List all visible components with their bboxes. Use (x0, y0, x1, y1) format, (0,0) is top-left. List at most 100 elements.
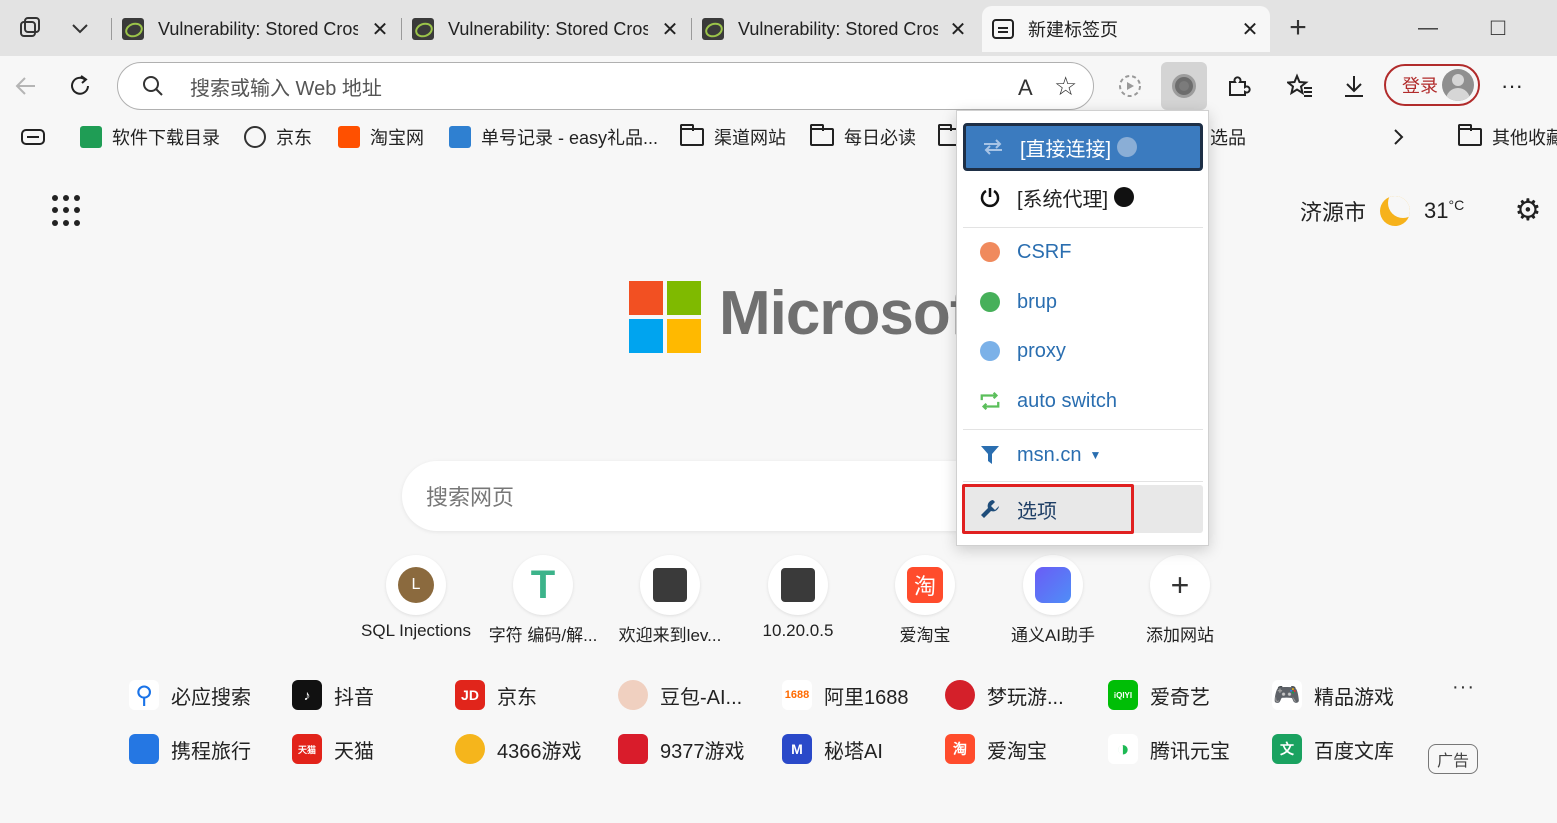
tab-close-icon[interactable]: ✕ (370, 17, 390, 42)
tile-label: 10.20.0.5 (762, 621, 834, 640)
downloads-icon[interactable] (1336, 68, 1372, 104)
quicklink-wenku[interactable]: 文百度文库 (1272, 733, 1394, 765)
tab-actions-chevron-icon[interactable] (64, 12, 96, 44)
quicklink-yuanbao[interactable]: ◑ 腾讯元宝 (1108, 733, 1230, 765)
read-aloud-icon[interactable]: A (1018, 75, 1033, 101)
bookmarks-overflow-chevron-icon[interactable] (1392, 124, 1406, 150)
web-search-box[interactable]: 搜索网页 (402, 461, 1002, 531)
moon-icon (1380, 196, 1411, 226)
tile-label: SQL Injections (361, 621, 471, 640)
quicklink-bing[interactable]: ⚲ 必应搜索 (129, 679, 251, 711)
minimize-button[interactable]: — (1412, 12, 1444, 44)
quicklink-label: 必应搜索 (171, 686, 251, 709)
quicklink-1688[interactable]: 1688 阿里1688 (782, 679, 909, 711)
menu-item-label: auto switch (1017, 389, 1118, 412)
tile-sql-injections[interactable]: L SQL Injections (356, 555, 476, 641)
favorites-icon[interactable] (1282, 68, 1318, 104)
media-extension-icon[interactable] (1112, 68, 1148, 104)
menu-item-label: [直接连接] (1020, 138, 1112, 161)
bookmark-folder-daily[interactable]: 每日必读 (810, 124, 916, 150)
weather-widget[interactable]: 济源市 31 °C (1300, 195, 1464, 227)
globe-orange-icon (979, 241, 1001, 263)
tile-label: 字符 编码/解... (488, 626, 598, 645)
tab-close-icon[interactable]: ✕ (1240, 17, 1260, 42)
ad-badge[interactable]: 广告 (1428, 744, 1478, 774)
quicklink-iqiyi[interactable]: iQIYI 爱奇艺 (1108, 679, 1210, 711)
gift-icon (449, 126, 471, 148)
dvwa-favicon-icon (122, 18, 144, 40)
apps-launcher-icon[interactable] (52, 195, 84, 227)
tab-title: Vulnerability: Stored Cros (448, 18, 648, 39)
bookmark-taobao[interactable]: 淘宝网 (338, 124, 424, 150)
quicklink-mengwan[interactable]: 梦玩游... (945, 679, 1064, 711)
ctrip-icon (129, 734, 159, 764)
quicklink-ctrip[interactable]: 携程旅行 (129, 733, 251, 765)
quicklink-label: 精品游戏 (1314, 686, 1394, 709)
globe-blue-icon (979, 340, 1001, 362)
quicklink-4366[interactable]: 4366游戏 (455, 733, 582, 765)
dvwa-favicon-icon (653, 568, 687, 602)
quicklink-jd[interactable]: JD 京东 (455, 679, 537, 711)
new-tab-button[interactable]: + (1282, 11, 1314, 44)
tile-add-site[interactable]: + 添加网站 (1120, 555, 1240, 646)
quicklink-label: 京东 (497, 686, 537, 709)
menu-item-brup[interactable]: brup (963, 278, 1203, 326)
quicklink-aitaobao[interactable]: 淘爱淘宝 (945, 733, 1047, 765)
menu-item-direct[interactable]: [直接连接] (963, 123, 1203, 171)
t-logo-icon: T (530, 562, 556, 607)
login-button[interactable]: 登录 (1384, 64, 1480, 106)
quicklinks-more-button[interactable]: ··· (1452, 676, 1475, 699)
bookmark-folder-other[interactable]: 其他收藏 (1458, 124, 1557, 150)
quicklink-label: 爱奇艺 (1150, 686, 1210, 709)
bookmark-software-download[interactable]: 软件下载目录 (80, 124, 220, 150)
tab-close-icon[interactable]: ✕ (948, 17, 968, 42)
bookmark-easy-gift[interactable]: 单号记录 - easy礼品... (449, 124, 658, 150)
9377-icon (618, 734, 648, 764)
menu-item-proxy[interactable]: proxy (963, 327, 1203, 375)
menu-item-msn-cn[interactable]: msn.cn ▼ (963, 431, 1203, 479)
bookmark-label: 其他收藏 (1492, 128, 1557, 148)
proxy-switcher-extension-icon[interactable] (1161, 62, 1207, 110)
tab-new-tab[interactable]: 新建标签页 ✕ (982, 6, 1270, 52)
more-menu-button[interactable]: ··· (1494, 68, 1530, 104)
tab-close-icon[interactable]: ✕ (660, 17, 680, 42)
maximize-button[interactable]: □ (1482, 12, 1514, 44)
tile-aitaobao[interactable]: 淘 爱淘宝 (865, 555, 985, 646)
tile-tongyi[interactable]: 通义AI助手 (993, 555, 1113, 646)
tile-10-20-0-5[interactable]: 10.20.0.5 (738, 555, 858, 641)
quicklink-9377[interactable]: 9377游戏 (618, 733, 745, 765)
bookmark-folder-channels[interactable]: 渠道网站 (680, 124, 786, 150)
cat-game-icon (455, 734, 485, 764)
alibaba-1688-icon: 1688 (782, 680, 812, 710)
wenku-icon: 文 (1272, 734, 1302, 764)
address-bar[interactable]: 搜索或输入 Web 地址 A ☆ (117, 62, 1094, 110)
bookmark-folder-selection[interactable]: 选品 (1210, 124, 1246, 150)
globe-icon (244, 126, 266, 148)
web-search-placeholder: 搜索网页 (426, 485, 515, 510)
game-icon (945, 680, 975, 710)
quicklink-tmall[interactable]: 天猫 天猫 (292, 733, 374, 765)
quicklink-doubao[interactable]: 豆包-AI... (618, 679, 742, 711)
favorite-star-icon[interactable]: ☆ (1054, 71, 1077, 102)
back-button[interactable] (8, 68, 44, 104)
tile-welcome-lev[interactable]: 欢迎来到lev... (610, 555, 730, 646)
quicklink-games[interactable]: 🎮 精品游戏 (1272, 679, 1394, 711)
menu-item-auto-switch[interactable]: auto switch (963, 377, 1203, 425)
quicklink-douyin[interactable]: ♪ 抖音 (292, 679, 374, 711)
tab-vulnerability-1[interactable]: Vulnerability: Stored Cros ✕ (111, 6, 400, 52)
collections-icon[interactable] (20, 124, 46, 150)
settings-gear-icon[interactable]: ⚙ (1512, 196, 1544, 228)
tile-encoding[interactable]: T 字符 编码/解... (483, 555, 603, 646)
menu-item-csrf[interactable]: CSRF (963, 228, 1203, 276)
menu-item-system-proxy[interactable]: [系统代理] (963, 173, 1203, 221)
workspaces-icon[interactable] (14, 12, 46, 44)
extensions-puzzle-icon[interactable] (1220, 68, 1256, 104)
bookmark-jd[interactable]: 京东 (244, 124, 312, 150)
tile-label: 欢迎来到lev... (618, 626, 722, 645)
dvwa-favicon-icon (702, 18, 724, 40)
quicklink-metaso[interactable]: M 秘塔AI (782, 733, 883, 765)
microsoft-logo (629, 281, 702, 354)
tab-vulnerability-3[interactable]: Vulnerability: Stored Cros ✕ (691, 6, 978, 52)
refresh-button[interactable] (62, 68, 98, 104)
tab-vulnerability-2[interactable]: Vulnerability: Stored Cros ✕ (401, 6, 690, 52)
